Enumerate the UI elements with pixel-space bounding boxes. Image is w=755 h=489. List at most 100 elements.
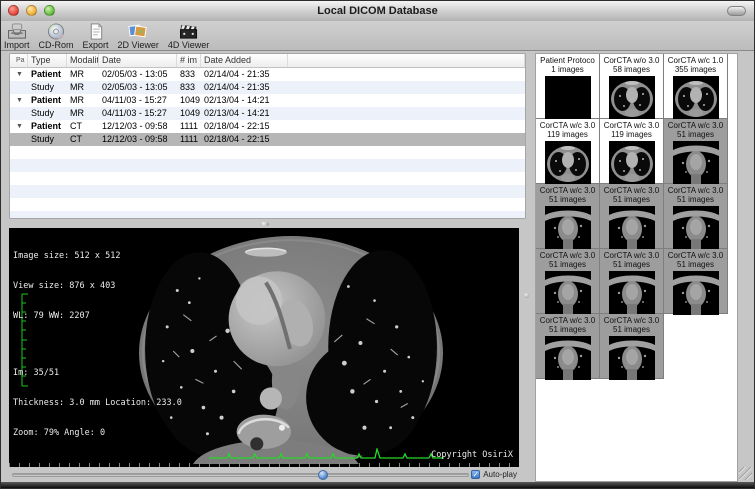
ct-axial-thumbnail-image xyxy=(545,141,591,185)
2d-viewer-button[interactable]: 2D Viewer xyxy=(118,23,159,50)
ct-axial-chest-image xyxy=(137,230,445,464)
cell-images: 1111 xyxy=(177,120,201,133)
series-thumbnail-selected[interactable]: CorCTA w/c 3.0 51 images xyxy=(536,249,600,314)
table-row[interactable]: Study MR 02/05/03 - 13:05 833 02/14/04 -… xyxy=(10,81,525,94)
series-count: 51 images xyxy=(664,130,727,139)
series-matrix: Patient Protoco 1 images CorCTA w/o 3.0 … xyxy=(536,54,737,379)
cell-added: 02/13/04 - 14:21 xyxy=(201,107,288,120)
cell-images: 1049 xyxy=(177,94,201,107)
toolbar-toggle-pill-button[interactable] xyxy=(727,6,746,16)
table-row[interactable]: ▼ Patient MR 04/11/03 - 15:27 1049 02/13… xyxy=(10,94,525,107)
window-resize-grip[interactable] xyxy=(739,467,752,480)
column-header-spacer xyxy=(288,54,525,67)
series-count: 51 images xyxy=(536,260,599,269)
cell-date: 04/11/03 - 15:27 xyxy=(99,94,177,107)
disclosure-triangle-icon[interactable]: ▼ xyxy=(10,120,28,133)
cell-added: 02/18/04 - 22:15 xyxy=(201,133,288,146)
minimize-button[interactable] xyxy=(26,5,37,16)
series-title: CorCTA w/o 3.0 xyxy=(600,56,663,65)
column-header-date[interactable]: Date xyxy=(99,54,177,67)
series-thumbnail[interactable]: CorCTA w/c 3.0 119 images xyxy=(536,119,600,184)
cdrom-button[interactable]: CD-Rom xyxy=(39,23,74,50)
series-count: 51 images xyxy=(600,260,663,269)
vertical-splitter-handle[interactable] xyxy=(524,293,529,298)
series-thumbnail-selected[interactable]: CorCTA w/c 3.0 51 images xyxy=(664,249,728,314)
series-thumbnail-selected[interactable]: CorCTA w/c 3.0 51 images xyxy=(664,119,728,184)
series-thumbnail-selected[interactable]: CorCTA w/c 3.0 51 images xyxy=(600,249,664,314)
series-thumbnail[interactable]: CorCTA w/o 3.0 58 images xyxy=(600,54,664,119)
cell-type: Study xyxy=(28,133,67,146)
export-button[interactable]: Export xyxy=(83,23,109,50)
series-thumbnail[interactable]: CorCTA w/c 3.0 119 images xyxy=(600,119,664,184)
series-thumbnail-selected[interactable]: CorCTA w/c 3.0 51 images xyxy=(600,184,664,249)
ct-coronal-thumbnail-image xyxy=(609,206,655,250)
table-header: Pa Type Modality Date # im Date Added xyxy=(10,54,525,68)
series-count: 51 images xyxy=(664,195,727,204)
ct-coronal-thumbnail-image xyxy=(609,336,655,380)
series-thumbnail[interactable]: CorCTA w/c 1.0 355 images xyxy=(664,54,728,119)
2d-viewer-icon xyxy=(127,23,149,40)
cell-images: 833 xyxy=(177,81,201,94)
series-title: CorCTA w/c 3.0 xyxy=(664,186,727,195)
disclosure-triangle-icon[interactable]: ▼ xyxy=(10,94,28,107)
table-row-selected[interactable]: Study CT 12/12/03 - 09:58 1111 02/18/04 … xyxy=(10,133,525,146)
disclosure-spacer xyxy=(10,107,28,120)
column-header-images[interactable]: # im xyxy=(177,54,201,67)
series-thumbnail-selected[interactable]: CorCTA w/c 3.0 51 images xyxy=(664,184,728,249)
column-header-modality[interactable]: Modality xyxy=(67,54,99,67)
ct-coronal-thumbnail-image xyxy=(673,271,719,315)
toolbar-item-label: 4D Viewer xyxy=(168,40,209,50)
table-row[interactable]: ▼ Patient CT 12/12/03 - 09:58 1111 02/18… xyxy=(10,120,525,133)
cell-modality: MR xyxy=(67,94,99,107)
series-title: CorCTA w/c 3.0 xyxy=(536,186,599,195)
disclosure-spacer xyxy=(10,133,28,146)
zoom-button[interactable] xyxy=(44,5,55,16)
horizontal-splitter-handle[interactable] xyxy=(260,222,269,226)
series-thumbnail-selected[interactable]: CorCTA w/c 3.0 51 images xyxy=(600,314,664,379)
cell-added: 02/14/04 - 21:35 xyxy=(201,81,288,94)
series-title: CorCTA w/c 3.0 xyxy=(600,316,663,325)
ct-coronal-thumbnail-image xyxy=(545,336,591,380)
overlay-thickness: Thickness: 3.0 mm Location: 233.0 xyxy=(13,398,182,408)
cell-added: 02/14/04 - 21:35 xyxy=(201,68,288,81)
close-button[interactable] xyxy=(8,5,19,16)
series-thumbnail-selected[interactable]: CorCTA w/c 3.0 51 images xyxy=(536,314,600,379)
table-row[interactable]: ▼ Patient MR 02/05/03 - 13:05 833 02/14/… xyxy=(10,68,525,81)
series-title: CorCTA w/c 3.0 xyxy=(600,251,663,260)
cell-images: 1049 xyxy=(177,107,201,120)
series-count: 51 images xyxy=(600,195,663,204)
cell-modality: MR xyxy=(67,107,99,120)
overlay-image-index: Im: 35/51 xyxy=(13,368,182,378)
series-count: 51 images xyxy=(600,325,663,334)
cell-added: 02/18/04 - 22:15 xyxy=(201,120,288,133)
cell-date: 12/12/03 - 09:58 xyxy=(99,120,177,133)
ct-coronal-thumbnail-image xyxy=(545,271,591,315)
series-title: CorCTA w/c 3.0 xyxy=(536,121,599,130)
cell-date: 02/05/03 - 13:05 xyxy=(99,81,177,94)
window-title: Local DICOM Database xyxy=(1,1,754,21)
series-thumbnail-selected[interactable]: CorCTA w/c 3.0 51 images xyxy=(536,184,600,249)
import-button[interactable]: Import xyxy=(4,23,30,50)
4d-viewer-button[interactable]: 4D Viewer xyxy=(168,23,209,50)
osirix-local-database-window: Local DICOM Database Import CD-Rom xyxy=(0,0,755,489)
table-row[interactable]: Study MR 04/11/03 - 15:27 1049 02/13/04 … xyxy=(10,107,525,120)
window-bottom-edge xyxy=(1,482,754,488)
autoplay-checkbox[interactable] xyxy=(471,470,480,479)
disclosure-triangle-icon[interactable]: ▼ xyxy=(10,68,28,81)
ct-image-viewer[interactable]: Image size: 512 x 512 View size: 876 x 4… xyxy=(9,228,519,467)
ecg-trace-overlay xyxy=(209,448,444,462)
series-title: CorCTA w/c 3.0 xyxy=(664,121,727,130)
column-header-added[interactable]: Date Added xyxy=(201,54,288,67)
titlebar[interactable]: Local DICOM Database xyxy=(1,1,754,22)
slice-slider-thumb[interactable] xyxy=(318,470,328,480)
series-count: 119 images xyxy=(536,130,599,139)
series-thumbnail[interactable]: Patient Protoco 1 images xyxy=(536,54,600,119)
column-header-pa[interactable]: Pa xyxy=(10,54,28,67)
column-header-type[interactable]: Type xyxy=(28,54,67,67)
cell-type: Study xyxy=(28,107,67,120)
overlay-bottom-left: Im: 35/51 Thickness: 3.0 mm Location: 23… xyxy=(13,348,182,458)
window-controls xyxy=(8,5,55,16)
series-count: 119 images xyxy=(600,130,663,139)
series-title: CorCTA w/c 3.0 xyxy=(536,251,599,260)
slice-slider-track[interactable] xyxy=(12,473,469,477)
